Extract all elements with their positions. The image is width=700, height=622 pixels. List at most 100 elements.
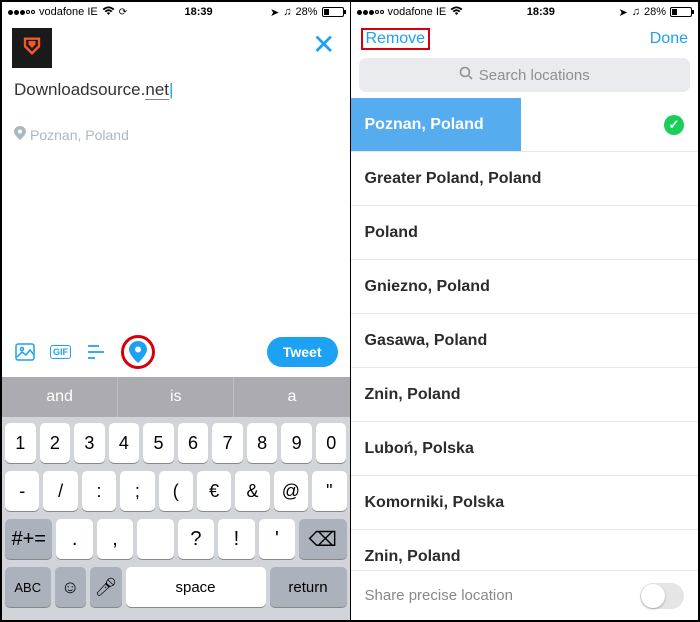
mic-icon: 🎤︎ xyxy=(94,577,117,598)
key-dash[interactable]: - xyxy=(5,471,39,511)
key-0[interactable]: 0 xyxy=(316,423,347,463)
keyboard: 1 2 3 4 5 6 7 8 9 0 - / : ; ( € & @ " xyxy=(2,417,350,620)
location-row[interactable]: Greater Poland, Poland xyxy=(351,152,699,206)
key-7[interactable]: 7 xyxy=(212,423,243,463)
backspace-icon: ⌫ xyxy=(309,527,337,552)
location-row[interactable]: Luboń, Polska xyxy=(351,422,699,476)
key-semicolon[interactable]: ; xyxy=(120,471,154,511)
check-icon: ✓ xyxy=(664,115,684,135)
key-symbols[interactable]: #+= xyxy=(5,519,52,559)
key-5[interactable]: 5 xyxy=(143,423,174,463)
gif-icon[interactable]: GIF xyxy=(50,345,71,359)
key-backspace[interactable]: ⌫ xyxy=(299,519,346,559)
location-tag[interactable]: Poznan, Poland xyxy=(14,126,338,143)
key-lparen[interactable]: ( xyxy=(159,471,193,511)
search-input[interactable]: Search locations xyxy=(359,58,691,92)
suggestion-3[interactable]: a xyxy=(234,377,349,417)
key-emoji[interactable]: ☺ xyxy=(55,567,87,607)
emoji-icon: ☺ xyxy=(61,577,79,598)
status-bar: vodafone IE 18:39 ➤ ♫ 28% xyxy=(351,2,699,22)
pin-icon xyxy=(14,126,26,143)
location-icon[interactable] xyxy=(127,341,149,363)
key-slash[interactable]: / xyxy=(43,471,77,511)
headphones-icon: ♫ xyxy=(632,6,640,18)
location-row[interactable]: Poland xyxy=(351,206,699,260)
poll-icon[interactable] xyxy=(85,341,107,363)
key-row-4: ABC ☺ 🎤︎ space return xyxy=(5,567,347,607)
phone-left: vodafone IE ⟳ 18:39 ➤ ♫ 28% ✕ Downloadso… xyxy=(2,2,351,620)
location-row[interactable]: Znin, Poland xyxy=(351,530,699,570)
location-row[interactable]: Znin, Poland xyxy=(351,368,699,422)
key-8[interactable]: 8 xyxy=(247,423,278,463)
headphones-icon: ♫ xyxy=(283,6,291,18)
key-6[interactable]: 6 xyxy=(178,423,209,463)
key-euro[interactable]: € xyxy=(197,471,231,511)
location-arrow-icon: ➤ xyxy=(618,6,627,19)
key-apos[interactable]: ' xyxy=(259,519,295,559)
key-space[interactable]: space xyxy=(126,567,266,607)
location-row[interactable]: Gniezno, Poland xyxy=(351,260,699,314)
carrier-label: vodafone IE xyxy=(39,6,98,18)
location-row[interactable]: Komorniki, Polska xyxy=(351,476,699,530)
selected-location-label: Poznan, Poland xyxy=(351,98,521,151)
battery-icon xyxy=(670,7,692,17)
key-at[interactable]: @ xyxy=(274,471,308,511)
key-2[interactable]: 2 xyxy=(40,423,71,463)
suggestion-1[interactable]: and xyxy=(2,377,118,417)
suggestion-2[interactable]: is xyxy=(118,377,234,417)
key-3[interactable]: 3 xyxy=(74,423,105,463)
compose-body[interactable]: Downloadsource.net| Poznan, Poland xyxy=(2,74,350,327)
compose-toolbar: GIF Tweet xyxy=(2,327,350,377)
locations-list: Poznan, Poland ✓ Greater Poland, Poland … xyxy=(351,98,699,570)
share-precise-row: Share precise location xyxy=(351,570,699,620)
signal-dots-icon xyxy=(357,10,384,15)
key-4[interactable]: 4 xyxy=(109,423,140,463)
carrier-label: vodafone IE xyxy=(388,6,447,18)
key-9[interactable]: 9 xyxy=(281,423,312,463)
wifi-icon xyxy=(102,6,115,19)
key-return[interactable]: return xyxy=(270,567,347,607)
battery-pct: 28% xyxy=(644,6,666,18)
battery-icon xyxy=(322,7,344,17)
loading-icon: ⟳ xyxy=(119,7,127,18)
location-row[interactable]: Gasawa, Poland xyxy=(351,314,699,368)
key-mic[interactable]: 🎤︎ xyxy=(90,567,122,607)
location-text: Poznan, Poland xyxy=(30,127,129,143)
key-question[interactable]: ? xyxy=(178,519,214,559)
status-time: 18:39 xyxy=(184,6,212,18)
key-row-1: 1 2 3 4 5 6 7 8 9 0 xyxy=(5,423,347,463)
key-comma[interactable]: , xyxy=(97,519,133,559)
key-blank[interactable] xyxy=(137,519,173,559)
key-row-2: - / : ; ( € & @ " xyxy=(5,471,347,511)
key-abc[interactable]: ABC xyxy=(5,567,51,607)
key-row-3: #+= . , ? ! ' ⌫ xyxy=(5,519,347,559)
key-colon[interactable]: : xyxy=(82,471,116,511)
close-icon[interactable]: ✕ xyxy=(308,28,339,61)
search-placeholder: Search locations xyxy=(479,67,590,84)
key-quote[interactable]: " xyxy=(312,471,346,511)
location-nav: Remove Done xyxy=(351,22,699,58)
key-period[interactable]: . xyxy=(56,519,92,559)
key-1[interactable]: 1 xyxy=(5,423,36,463)
phone-right: vodafone IE 18:39 ➤ ♫ 28% Remove Done Se… xyxy=(351,2,699,620)
wifi-icon xyxy=(450,6,463,19)
key-amp[interactable]: & xyxy=(235,471,269,511)
location-row-selected[interactable]: Poznan, Poland ✓ xyxy=(351,98,699,152)
location-button-highlight xyxy=(121,335,155,369)
key-exclaim[interactable]: ! xyxy=(218,519,254,559)
battery-pct: 28% xyxy=(295,6,317,18)
avatar[interactable] xyxy=(12,28,52,68)
photo-icon[interactable] xyxy=(14,341,36,363)
status-bar: vodafone IE ⟳ 18:39 ➤ ♫ 28% xyxy=(2,2,350,22)
share-precise-label: Share precise location xyxy=(365,587,513,604)
status-time: 18:39 xyxy=(527,6,555,18)
remove-button[interactable]: Remove xyxy=(361,28,431,50)
search-icon xyxy=(459,66,473,84)
location-arrow-icon: ➤ xyxy=(270,6,279,19)
compose-header: ✕ xyxy=(2,22,350,74)
tweet-text[interactable]: Downloadsource.net| xyxy=(14,80,338,100)
tweet-button[interactable]: Tweet xyxy=(267,337,338,367)
signal-dots-icon xyxy=(8,10,35,15)
done-button[interactable]: Done xyxy=(650,30,688,48)
share-precise-toggle[interactable] xyxy=(640,583,684,609)
